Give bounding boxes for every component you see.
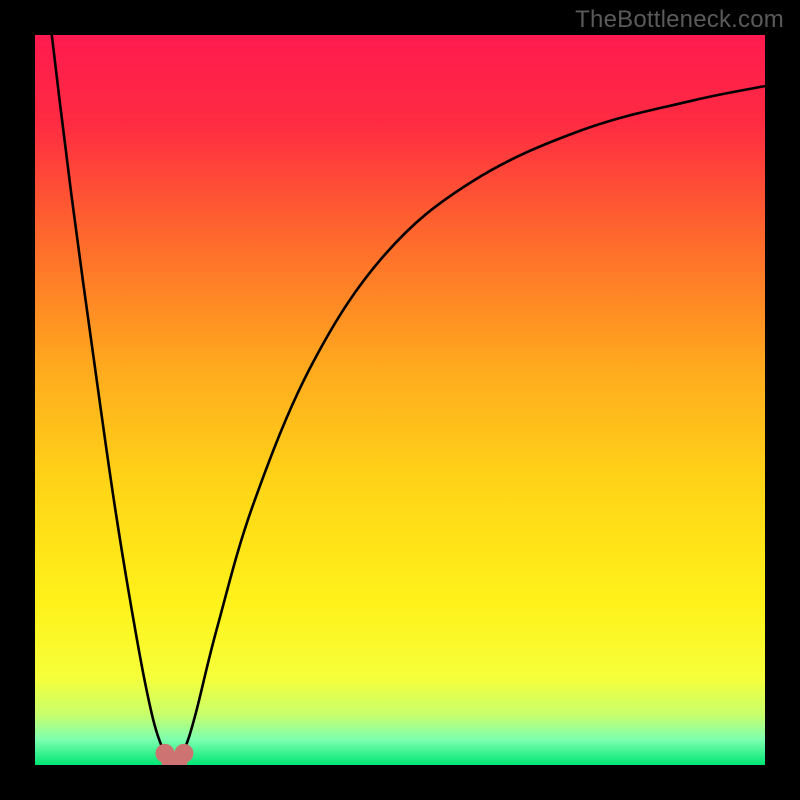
watermark-text: TheBottleneck.com: [575, 6, 784, 34]
bottleneck-chart: [35, 35, 765, 765]
gradient-background: [35, 35, 765, 765]
marker-dot: [174, 744, 193, 763]
chart-frame: TheBottleneck.com: [0, 0, 800, 800]
plot-area: [35, 35, 765, 765]
